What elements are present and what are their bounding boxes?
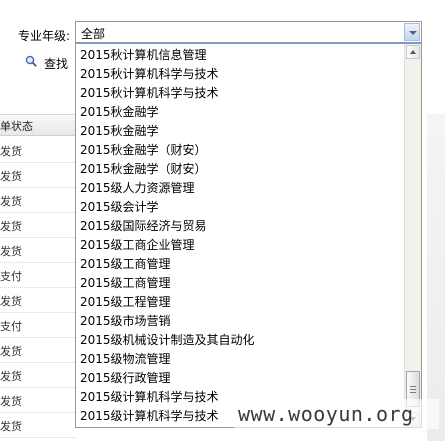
dropdown-option[interactable]: 2015级工商管理: [80, 255, 171, 274]
status-cell: 发货: [0, 220, 22, 233]
magnifier-icon: [25, 55, 37, 67]
grade-select[interactable]: 全部: [75, 21, 422, 43]
status-cell: 发货: [0, 370, 22, 383]
dropdown-option[interactable]: 2015级工商企业管理: [80, 236, 195, 255]
table-row[interactable]: 发货: [0, 337, 75, 363]
dropdown-option[interactable]: 2015秋计算机科学与技术: [80, 84, 219, 103]
dropdown-option[interactable]: 2015级市场营销: [80, 312, 171, 331]
dropdown-option[interactable]: 2015秋计算机信息管理: [80, 46, 207, 65]
status-cell: 发货: [0, 170, 22, 183]
scroll-up-icon[interactable]: [406, 45, 420, 59]
dropdown-option[interactable]: 2015级计算机科学与技术: [80, 407, 219, 426]
table-row[interactable]: 发货: [0, 162, 75, 188]
chevron-down-icon[interactable]: [404, 23, 420, 41]
table-row[interactable]: 支付: [0, 312, 75, 338]
grip-line: [410, 392, 416, 393]
status-cell: 发货: [0, 145, 22, 158]
dropdown-option[interactable]: 2015级物流管理: [80, 350, 171, 369]
search-button-label: 查找: [44, 57, 69, 71]
dropdown-option[interactable]: 2015级计算机科学与技术: [80, 388, 219, 407]
column-header-status: 单状态: [0, 120, 33, 133]
table-row[interactable]: 支付: [0, 262, 75, 288]
table-header: 单状态: [0, 114, 75, 136]
status-cell: 发货: [0, 395, 22, 408]
dropdown-scrollbar[interactable]: [404, 44, 421, 427]
dropdown-option[interactable]: 2015级行政管理: [80, 369, 171, 388]
grade-dropdown-list[interactable]: 2015秋计算机信息管理 2015秋计算机科学与技术 2015秋计算机科学与技术…: [75, 43, 422, 428]
watermark: www.wooyun.org: [234, 399, 439, 429]
dropdown-option[interactable]: 2015秋金融学: [80, 103, 159, 122]
table-row[interactable]: 发货: [0, 237, 75, 263]
dropdown-option[interactable]: 2015秋金融学（财安）: [80, 160, 207, 179]
dropdown-option[interactable]: 2015级人力资源管理: [80, 179, 195, 198]
status-cell: 发货: [0, 295, 22, 308]
grip-line: [410, 389, 416, 390]
dropdown-option[interactable]: 2015级机械设计制造及其自动化: [80, 331, 255, 350]
table-row[interactable]: 发货: [0, 387, 75, 413]
dropdown-option[interactable]: 2015秋金融学: [80, 122, 159, 141]
status-cell: 发货: [0, 420, 22, 433]
table-row[interactable]: 发货: [0, 362, 75, 388]
dropdown-option[interactable]: 2015秋金融学（财安）: [80, 141, 207, 160]
status-cell: 支付: [0, 270, 22, 283]
dropdown-option[interactable]: 2015级国际经济与贸易: [80, 217, 207, 236]
search-button[interactable]: 查找: [25, 55, 73, 71]
table-row[interactable]: 发货: [0, 412, 75, 438]
dropdown-option[interactable]: 2015秋计算机科学与技术: [80, 65, 219, 84]
status-cell: 支付: [0, 320, 22, 333]
table-row[interactable]: 发货: [0, 187, 75, 213]
grip-line: [410, 386, 416, 387]
dropdown-option[interactable]: 2015级会计学: [80, 198, 159, 217]
table-row[interactable]: 发货: [0, 137, 75, 163]
table-row[interactable]: 发货: [0, 212, 75, 238]
dropdown-option[interactable]: 2015级工程管理: [80, 293, 171, 312]
grade-select-value: 全部: [81, 27, 106, 41]
status-cell: 发货: [0, 245, 22, 258]
status-cell: 发货: [0, 195, 22, 208]
table-row[interactable]: 发货: [0, 287, 75, 313]
status-cell: 发货: [0, 345, 22, 358]
table-right-edge: [427, 114, 445, 441]
dropdown-option[interactable]: 2015级工商管理: [80, 274, 171, 293]
grade-filter-label: 专业年级:: [18, 29, 71, 43]
